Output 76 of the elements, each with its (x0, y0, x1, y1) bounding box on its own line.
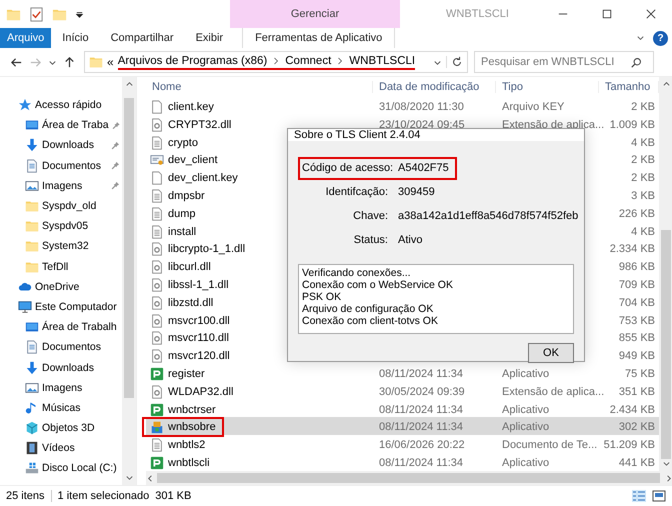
file-date: 08/11/2024 11:34 (379, 456, 464, 469)
file-name: dmpsbr (168, 190, 205, 202)
window-title: WNBTLSCLI (446, 8, 509, 20)
file-name: wnbtls2 (168, 439, 206, 452)
file-size: 441 KB (618, 456, 655, 469)
file-name: msvcr120.dll (168, 350, 230, 362)
dialog-title: Sobre o TLS Client 2.4.04 (288, 129, 584, 141)
field-value: a38a142a1d1eff8a546d78f574f52feb (398, 209, 578, 224)
file-name: dev_client.key (168, 172, 238, 184)
file-size: 986 KB (618, 261, 655, 274)
file-name: libcrypto-1_1.dll (168, 243, 246, 256)
selection-info: 1 item selecionado (58, 490, 150, 502)
file-name: wnbctrser (168, 404, 216, 416)
log-line: Conexão com o WebService OK (302, 279, 454, 291)
file-name: wnbsobre (168, 421, 216, 434)
file-type: Aplicativo (502, 368, 550, 380)
field-value: A5402F75 (398, 161, 449, 176)
file-date: 16/06/2026 20:22 (379, 439, 465, 452)
file-size: 2 KB (631, 154, 655, 166)
file-date: 30/05/2024 09:39 (379, 386, 465, 398)
file-name: CRYPT32.dll (168, 118, 232, 131)
file-size: 75 KB (625, 368, 655, 380)
file-size: 753 KB (618, 314, 655, 327)
file-name: install (168, 226, 196, 238)
log-line: Verificando conexões... (302, 267, 412, 279)
file-size: 949 KB (618, 350, 655, 362)
file-type: Documento de Te... (502, 439, 598, 452)
file-size: 51.209 KB (604, 439, 655, 452)
item-count: 25 itens (6, 490, 45, 502)
field-label: Identifcação: (324, 185, 388, 200)
file-name: libcurl.dll (168, 261, 211, 274)
file-type: Aplicativo (502, 404, 550, 416)
file-name: client.key (168, 101, 214, 113)
file-name: libzstd.dll (168, 296, 214, 309)
file-type: Aplicativo (502, 421, 550, 434)
file-type: Extensão de aplica... (502, 118, 604, 131)
file-size: 4 KB (631, 136, 655, 149)
context-tab-group: Gerenciar (230, 0, 400, 28)
file-date: 23/10/2024 09:45 (379, 118, 465, 131)
log-line: PSK OK (302, 291, 342, 303)
file-type: Arquivo KEY (502, 101, 564, 113)
field-value: Ativo (398, 233, 422, 248)
file-name: WLDAP32.dll (168, 386, 234, 398)
file-name: dev_client (168, 154, 218, 166)
file-name: crypto (168, 136, 198, 149)
file-name: dump (168, 208, 196, 220)
file-name: libssl-1_1.dll (168, 278, 229, 291)
file-name: msvcr110.dll (168, 332, 229, 344)
file-size: 2 KB (631, 101, 655, 113)
file-size: 709 KB (618, 278, 655, 291)
file-type: Aplicativo (502, 456, 550, 469)
file-size: 855 KB (618, 332, 655, 344)
file-date: 31/08/2020 11:30 (379, 101, 464, 113)
file-size: 1.009 KB (610, 118, 655, 131)
file-date: 08/11/2024 11:34 (379, 368, 464, 380)
file-size: 302 KB (618, 421, 655, 434)
log-line: Conexão com client-totvs OK (302, 315, 439, 327)
file-size: 2.334 KB (610, 243, 655, 256)
file-size: 2.434 KB (610, 404, 655, 416)
selection-size: 301 KB (155, 490, 192, 502)
field-label: Chave: (352, 209, 388, 224)
file-date: 08/11/2024 11:34 (379, 421, 464, 434)
file-name: wnbtlscli (168, 456, 210, 469)
file-type: Extensão de aplica... (502, 386, 604, 398)
file-size: 3 KB (631, 190, 655, 202)
field-label: Status: (352, 233, 388, 248)
file-name: register (168, 368, 205, 380)
file-date: 08/11/2024 11:34 (379, 404, 464, 416)
file-size: 351 KB (618, 386, 655, 398)
file-name: msvcr100.dll (168, 314, 230, 327)
file-size: 2 KB (631, 172, 655, 184)
file-size: 704 KB (618, 296, 655, 309)
field-value: 309459 (398, 185, 435, 200)
file-size: 226 KB (618, 208, 655, 220)
log-line: Arquivo de configuração OK (302, 303, 434, 315)
file-size: 4 KB (631, 226, 655, 238)
